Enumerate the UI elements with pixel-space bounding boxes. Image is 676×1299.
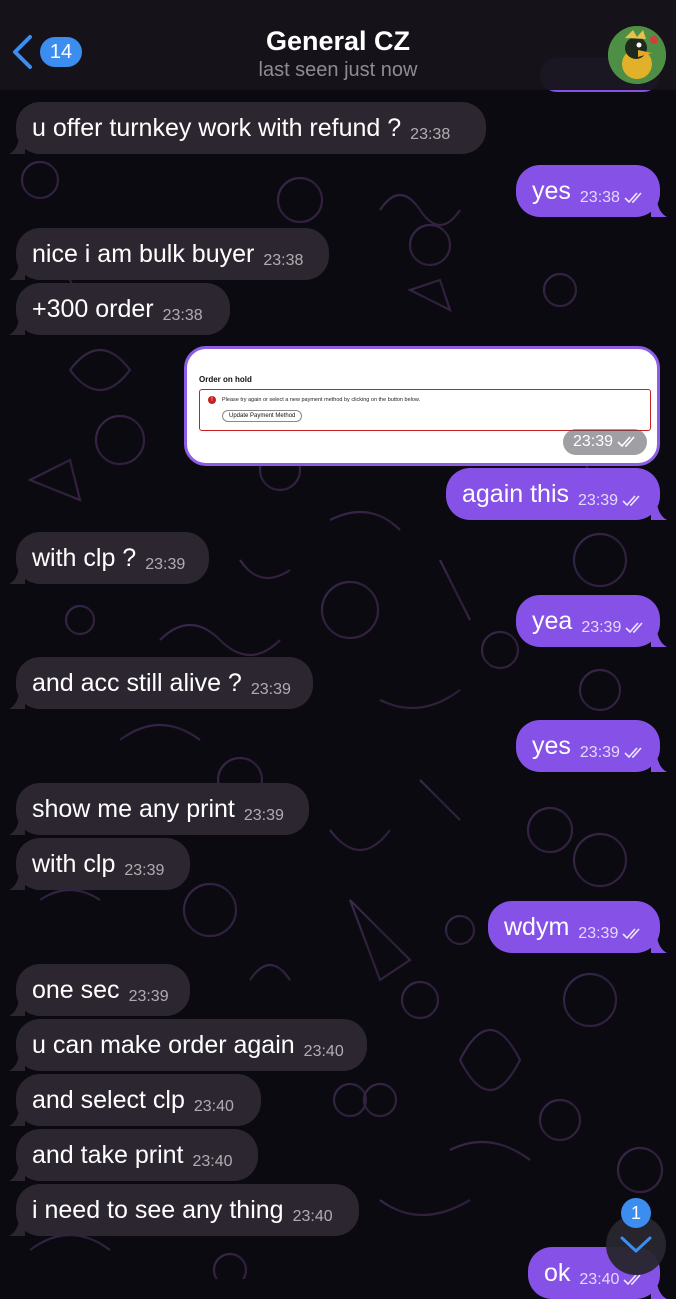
double-check-icon <box>624 192 642 204</box>
bubble-tail <box>651 1283 667 1299</box>
message-outgoing[interactable]: yes 23:38 <box>516 165 667 217</box>
message-time: 23:38 <box>579 189 620 206</box>
message-time: 23:39 <box>243 807 284 824</box>
bubble-tail <box>651 756 667 772</box>
message-time: 23:38 <box>162 307 203 324</box>
message-outgoing[interactable]: yea 23:39 <box>516 595 667 647</box>
message-text: u can make order again <box>32 1030 295 1059</box>
bubble-tail <box>651 937 667 953</box>
bubble-tail <box>9 819 25 835</box>
message-text: with clp <box>32 849 116 878</box>
message-time: 23:38 <box>263 252 304 269</box>
bubble-tail <box>9 874 25 890</box>
message-text: wdym <box>504 912 570 941</box>
image-time-text: 23:39 <box>572 433 613 450</box>
message-text: show me any print <box>32 794 235 823</box>
image-message[interactable]: Order on hold ! Please try again or sele… <box>184 346 660 466</box>
bubble-tail <box>651 201 667 217</box>
bubble-tail <box>9 568 25 584</box>
message-text: and take print <box>32 1140 184 1169</box>
message-time: 23:39 <box>578 925 619 942</box>
message-incoming[interactable]: u can make order again 23:40 <box>9 1019 367 1071</box>
message-list[interactable]: Order on hold ! Please try again or sele… <box>0 0 676 1299</box>
image-update-button-label: Update Payment Method <box>222 410 303 422</box>
double-check-icon <box>622 495 640 507</box>
message-time: 23:39 <box>250 681 291 698</box>
bubble-tail <box>651 631 667 647</box>
chat-status: last seen just now <box>258 59 418 81</box>
message-text: yea <box>532 606 573 635</box>
double-check-icon <box>624 747 642 759</box>
message-time: 23:40 <box>193 1098 234 1115</box>
message-time: 23:39 <box>581 619 622 636</box>
alert-icon: ! <box>208 396 216 404</box>
message-incoming[interactable]: with clp 23:39 <box>9 838 190 890</box>
image-alert-text: Please try again or select a new payment… <box>222 397 421 403</box>
chevron-down-icon <box>620 1236 652 1253</box>
message-incoming[interactable]: u offer turnkey work with refund ? 23:38 <box>9 102 486 154</box>
message-time: 23:39 <box>579 744 620 761</box>
message-incoming[interactable]: nice i am bulk buyer 23:38 <box>9 228 329 280</box>
message-incoming[interactable]: one sec 23:39 <box>9 964 190 1016</box>
message-time: 23:38 <box>410 126 451 143</box>
message-text: +300 order <box>32 294 154 323</box>
bubble-tail <box>9 264 25 280</box>
bubble-tail <box>9 1055 25 1071</box>
message-outgoing[interactable]: wdym 23:39 <box>488 901 667 953</box>
message-text: and select clp <box>32 1085 185 1114</box>
bubble-tail <box>9 1110 25 1126</box>
new-messages-badge: 1 <box>621 1198 651 1228</box>
chat-title[interactable]: General CZ <box>0 26 676 57</box>
double-check-icon <box>622 928 640 940</box>
double-check-icon <box>623 1274 642 1286</box>
image-timestamp: 23:39 <box>562 429 647 455</box>
message-outgoing[interactable]: again this 23:39 <box>446 468 667 520</box>
image-heading: Order on hold <box>199 375 252 384</box>
message-time: 23:40 <box>579 1271 620 1288</box>
bubble-tail <box>9 693 25 709</box>
message-incoming[interactable]: show me any print 23:39 <box>9 783 309 835</box>
message-time: 23:40 <box>303 1043 344 1060</box>
message-incoming[interactable]: and acc still alive ? 23:39 <box>9 657 313 709</box>
message-time: 23:39 <box>128 988 169 1005</box>
message-incoming[interactable]: and take print 23:40 <box>9 1129 258 1181</box>
message-text: nice i am bulk buyer <box>32 239 255 268</box>
message-text: yes <box>532 731 571 760</box>
message-time: 23:39 <box>124 862 165 879</box>
message-incoming[interactable]: and select clp 23:40 <box>9 1074 261 1126</box>
message-time: 23:40 <box>292 1208 333 1225</box>
message-time: 23:39 <box>145 556 186 573</box>
image-alert-box: ! Please try again or select a new payme… <box>199 389 651 431</box>
bubble-tail <box>9 1000 25 1016</box>
message-time: 23:40 <box>192 1153 233 1170</box>
message-text: one sec <box>32 975 120 1004</box>
message-time: 23:39 <box>578 492 619 509</box>
message-incoming[interactable]: +300 order 23:38 <box>9 283 230 335</box>
message-text: i need to see any thing <box>32 1195 284 1224</box>
bubble-tail <box>9 138 25 154</box>
message-text: with clp ? <box>32 543 137 572</box>
bubble-tail <box>651 504 667 520</box>
message-text: u offer turnkey work with refund ? <box>32 113 402 142</box>
bubble-tail <box>9 1165 25 1181</box>
double-check-icon <box>625 622 643 634</box>
avatar[interactable] <box>608 26 666 84</box>
message-incoming[interactable]: with clp ? 23:39 <box>9 532 209 584</box>
bubble-tail <box>9 1220 25 1236</box>
message-text: ok <box>544 1258 571 1287</box>
duck-avatar-image <box>608 26 666 84</box>
double-check-icon <box>617 436 635 448</box>
message-text: and acc still alive ? <box>32 668 242 697</box>
message-text: yes <box>532 176 571 205</box>
message-outgoing[interactable]: yes 23:39 <box>516 720 667 772</box>
bubble-tail <box>9 319 25 335</box>
chat-header: 14 General CZ last seen just now <box>0 0 676 90</box>
message-incoming[interactable]: i need to see any thing 23:40 <box>9 1184 359 1236</box>
message-text: again this <box>462 479 570 508</box>
